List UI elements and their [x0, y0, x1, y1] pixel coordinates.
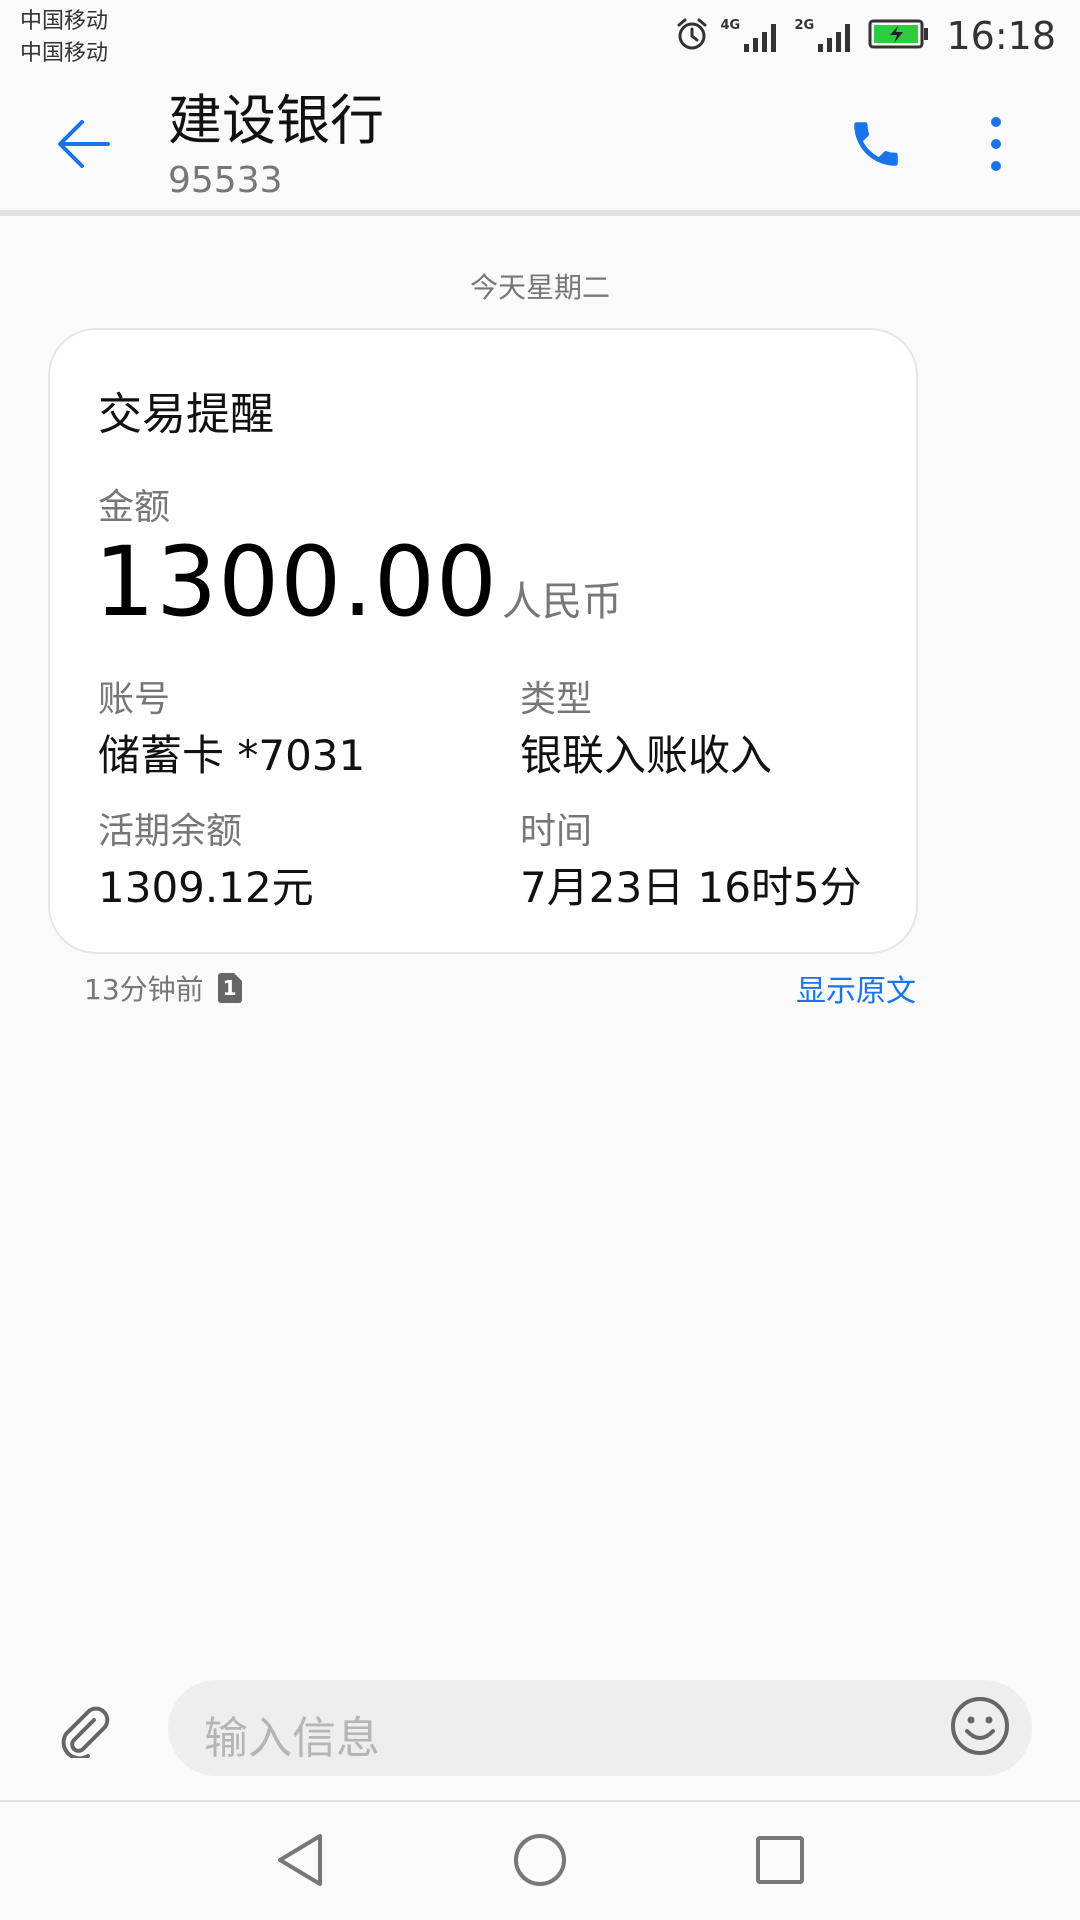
message-input-placeholder: 输入信息 — [204, 1713, 380, 1764]
contact-name: 建设银行 — [168, 89, 384, 152]
account-label: 账号 — [98, 679, 171, 720]
emoji-icon — [949, 1695, 1011, 1761]
signal-icon: 4G — [720, 16, 784, 56]
phone-icon — [847, 115, 905, 177]
type-label: 类型 — [520, 679, 593, 720]
back-arrow-icon — [54, 114, 114, 178]
amount-row: 1300.00 人民币 — [94, 526, 622, 638]
status-icons: 4G 2G 16:18 — [674, 14, 1056, 58]
message-input[interactable]: 输入信息 — [168, 1680, 1032, 1776]
nav-recents-button[interactable] — [748, 1830, 812, 1894]
transaction-message-card[interactable]: 交易提醒 金额 1300.00 人民币 账号 储蓄卡 *7031 类型 银联入账… — [48, 328, 918, 954]
contact-number: 95533 — [168, 160, 283, 201]
alarm-icon — [674, 16, 710, 56]
date-separator: 今天星期二 — [469, 271, 610, 304]
more-vertical-icon — [988, 114, 1004, 178]
square-recents-icon — [754, 1834, 806, 1890]
account-value: 储蓄卡 *7031 — [98, 731, 366, 780]
triangle-back-icon — [274, 1832, 326, 1892]
network-type-2: 2G — [794, 18, 815, 33]
balance-value: 1309.12元 — [98, 863, 314, 912]
carrier-1: 中国移动 — [20, 9, 109, 34]
show-original-link[interactable]: 显示原文 — [796, 966, 916, 1010]
header-divider — [0, 210, 1080, 216]
nav-home-button[interactable] — [508, 1830, 572, 1894]
amount-unit: 人民币 — [501, 579, 622, 625]
time-value: 7月23日 16时5分 — [520, 863, 862, 912]
call-button[interactable] — [840, 110, 912, 182]
system-navigation-bar — [0, 1802, 1080, 1920]
status-bar: 中国移动 中国移动 4G 2G 16:18 — [0, 0, 1080, 72]
sim-card-icon: 1 — [217, 973, 242, 1003]
received-time: 13分钟前 — [84, 973, 204, 1006]
back-button[interactable] — [48, 110, 120, 182]
amount-value: 1300.00 — [94, 526, 498, 638]
type-value: 银联入账收入 — [520, 731, 773, 780]
contact-info: 建设银行 95533 — [168, 86, 384, 206]
network-type-1: 4G — [720, 18, 741, 33]
card-title: 交易提醒 — [98, 389, 274, 440]
status-time: 16:18 — [946, 14, 1056, 58]
time-label: 时间 — [520, 811, 593, 852]
balance-label: 活期余额 — [98, 811, 243, 852]
circle-home-icon — [512, 1832, 568, 1892]
attach-button[interactable] — [48, 1694, 120, 1766]
signal-icon: 2G — [794, 16, 858, 56]
paperclip-icon — [54, 1698, 114, 1762]
battery-charging-icon — [868, 18, 930, 54]
carrier-2: 中国移动 — [20, 41, 109, 66]
sim-slot-number: 1 — [222, 976, 237, 1000]
emoji-button[interactable] — [944, 1692, 1016, 1764]
amount-label: 金额 — [98, 487, 171, 528]
carrier-info: 中国移动 中国移动 — [20, 6, 108, 70]
more-options-button[interactable] — [960, 110, 1032, 182]
conversation-header: 建设银行 95533 — [0, 72, 1080, 212]
message-meta: 13分钟前 1 — [84, 968, 242, 1008]
nav-back-button[interactable] — [268, 1830, 332, 1894]
